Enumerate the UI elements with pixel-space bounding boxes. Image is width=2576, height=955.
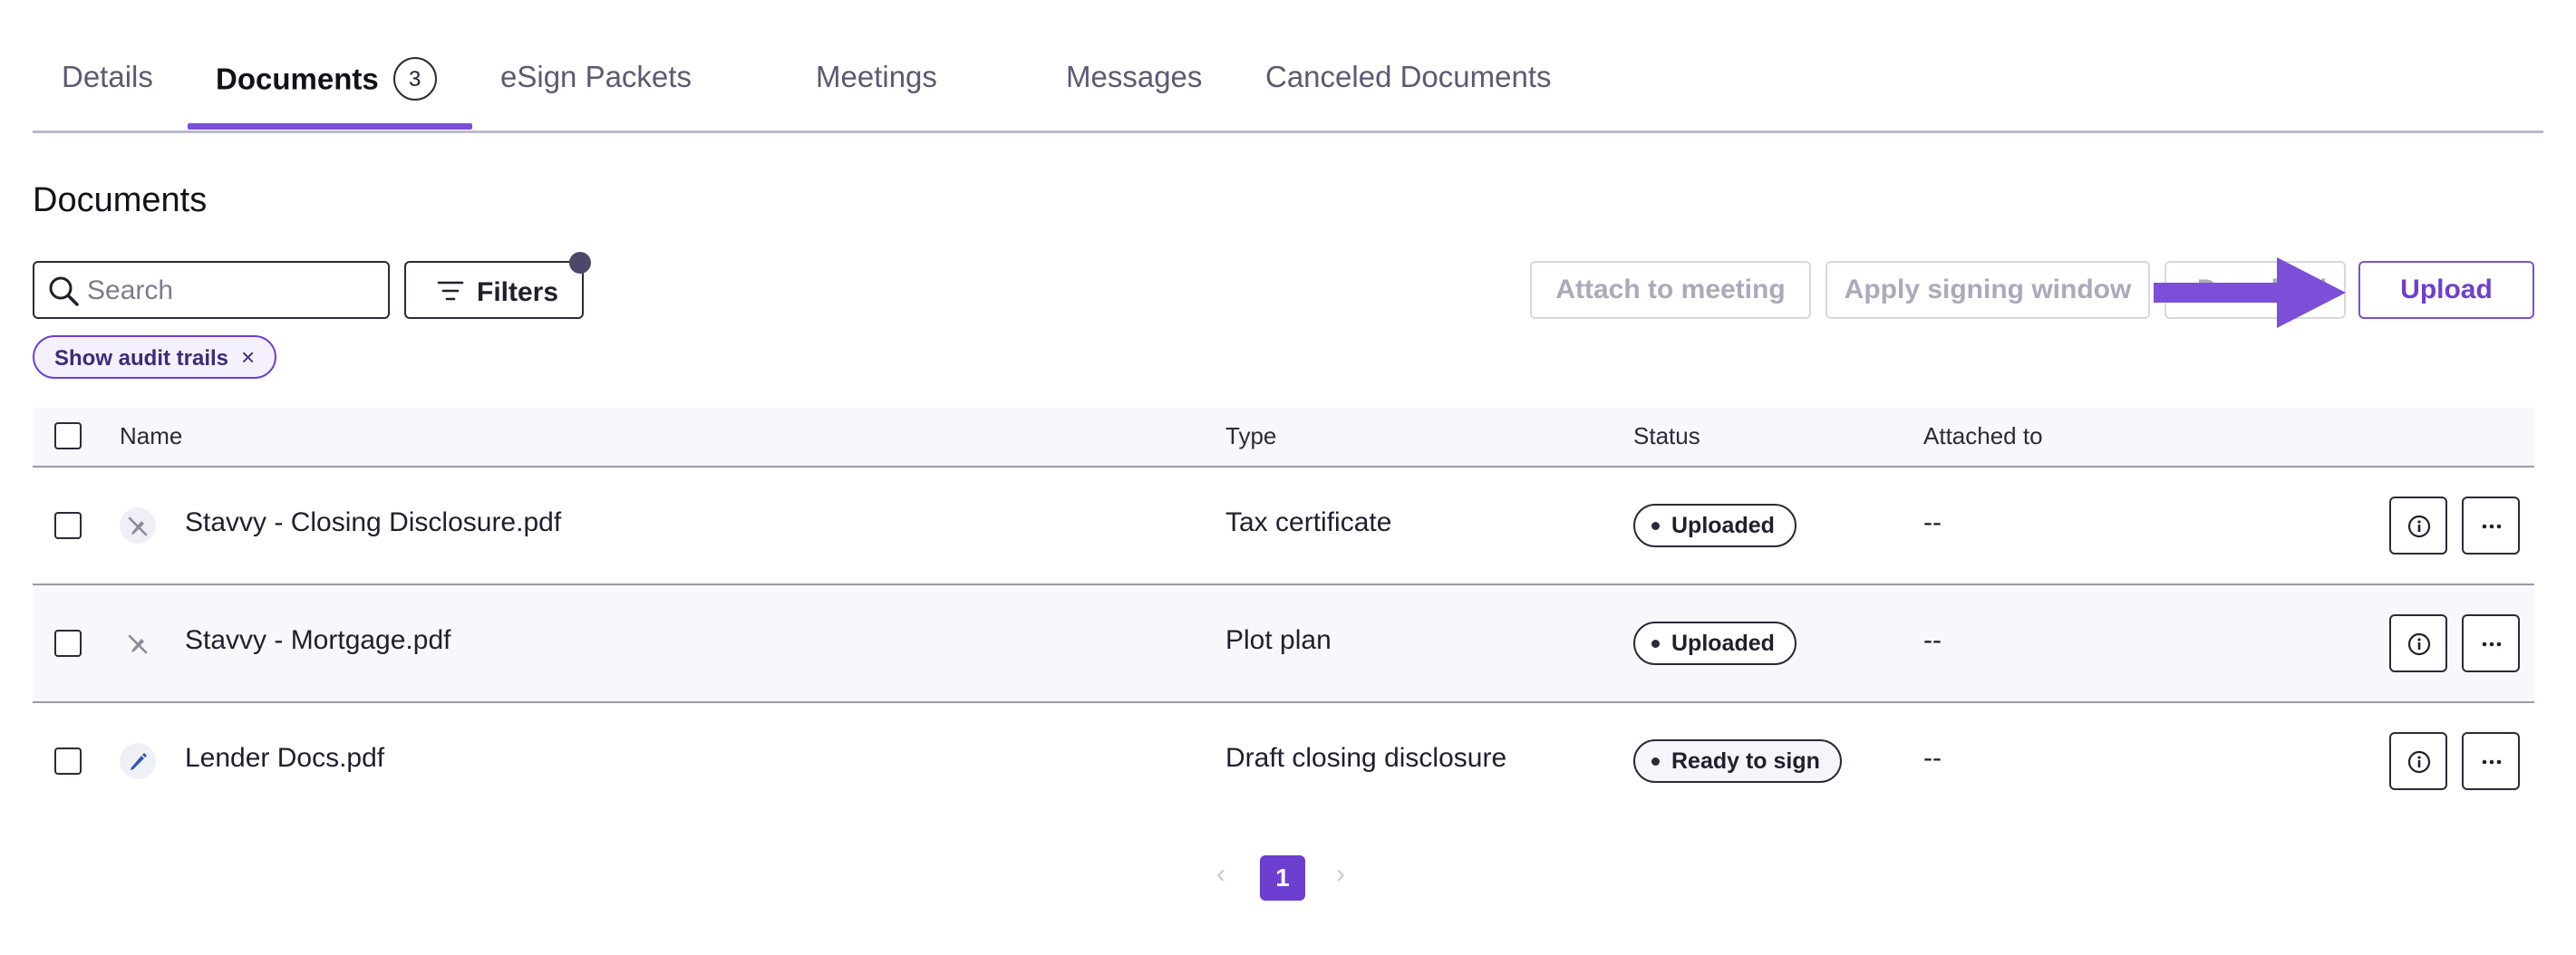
column-header-status[interactable]: Status xyxy=(1633,422,1700,450)
tab-meetings[interactable]: Meetings xyxy=(816,60,937,94)
filter-lines-icon xyxy=(437,281,464,301)
search-input[interactable] xyxy=(85,270,379,312)
table-row[interactable]: Stavvy - Closing Disclosure.pdf Tax cert… xyxy=(33,468,2534,585)
column-header-attached-to[interactable]: Attached to xyxy=(1923,422,2043,450)
pagination-current-page[interactable]: 1 xyxy=(1260,855,1305,901)
arrow-pointer-icon xyxy=(2154,257,2346,328)
pagination-next-button[interactable]: › xyxy=(1336,859,1345,890)
close-icon[interactable]: × xyxy=(241,343,255,371)
table-row[interactable]: Stavvy - Mortgage.pdf Plot plan Uploaded… xyxy=(33,585,2534,703)
column-header-type[interactable]: Type xyxy=(1225,422,1276,450)
pencil-icon xyxy=(120,743,156,779)
documents-table: Name Type Status Attached to Stavvy - Cl… xyxy=(33,408,2534,819)
tab-bar: Details Documents 3 eSign Packets Meeting… xyxy=(33,0,2543,133)
document-name[interactable]: Stavvy - Closing Disclosure.pdf xyxy=(185,507,561,538)
pencil-off-icon xyxy=(120,625,156,661)
document-name[interactable]: Stavvy - Mortgage.pdf xyxy=(185,625,450,656)
table-row[interactable]: Lender Docs.pdf Draft closing disclosure… xyxy=(33,703,2534,819)
row-checkbox[interactable] xyxy=(54,630,82,657)
apply-signing-window-button[interactable]: Apply signing window xyxy=(1825,261,2150,319)
tab-esign-packets[interactable]: eSign Packets xyxy=(500,60,692,94)
section-title: Documents xyxy=(33,181,208,219)
pagination-prev-button[interactable]: ‹ xyxy=(1216,859,1225,890)
more-actions-button[interactable] xyxy=(2462,732,2520,790)
more-horizontal-icon xyxy=(2482,759,2502,765)
filter-chip-label: Show audit trails xyxy=(54,346,229,371)
more-actions-button[interactable] xyxy=(2462,614,2520,672)
upload-button[interactable]: Upload xyxy=(2358,261,2534,319)
tab-documents-label: Documents xyxy=(216,62,379,96)
document-type: Tax certificate xyxy=(1225,507,1392,537)
info-button[interactable] xyxy=(2389,497,2447,555)
info-icon xyxy=(2407,515,2431,538)
document-type: Plot plan xyxy=(1225,625,1332,655)
row-checkbox[interactable] xyxy=(54,512,82,539)
row-checkbox[interactable] xyxy=(54,748,82,775)
documents-count-badge: 3 xyxy=(392,57,437,101)
tab-canceled-documents[interactable]: Canceled Documents xyxy=(1265,60,1552,94)
document-type: Draft closing disclosure xyxy=(1225,743,1507,773)
search-box xyxy=(33,261,390,319)
more-horizontal-icon xyxy=(2482,641,2502,647)
attached-to-value: -- xyxy=(1923,507,1942,537)
search-icon xyxy=(49,276,79,306)
tab-documents[interactable]: Documents 3 xyxy=(216,57,437,103)
info-button[interactable] xyxy=(2389,732,2447,790)
status-badge: Ready to sign xyxy=(1633,739,1842,783)
select-all-checkbox[interactable] xyxy=(54,422,82,449)
tab-details[interactable]: Details xyxy=(62,60,153,94)
info-icon xyxy=(2407,750,2431,774)
active-tab-indicator xyxy=(188,123,472,130)
document-name[interactable]: Lender Docs.pdf xyxy=(185,743,384,774)
info-button[interactable] xyxy=(2389,614,2447,672)
filter-chip-audit-trails: Show audit trails × xyxy=(33,335,277,379)
tab-messages[interactable]: Messages xyxy=(1066,60,1202,94)
filters-label: Filters xyxy=(477,277,559,307)
column-header-name[interactable]: Name xyxy=(120,422,182,450)
attached-to-value: -- xyxy=(1923,625,1942,655)
more-horizontal-icon xyxy=(2482,524,2502,529)
status-badge: Uploaded xyxy=(1633,504,1796,547)
filters-button[interactable]: Filters xyxy=(404,261,584,319)
more-actions-button[interactable] xyxy=(2462,497,2520,555)
attach-to-meeting-button[interactable]: Attach to meeting xyxy=(1530,261,1811,319)
table-header: Name Type Status Attached to xyxy=(33,408,2534,468)
attached-to-value: -- xyxy=(1923,743,1942,773)
status-badge: Uploaded xyxy=(1633,622,1796,665)
pencil-off-icon xyxy=(120,507,156,544)
filters-active-dot xyxy=(569,252,591,274)
info-icon xyxy=(2407,632,2431,656)
